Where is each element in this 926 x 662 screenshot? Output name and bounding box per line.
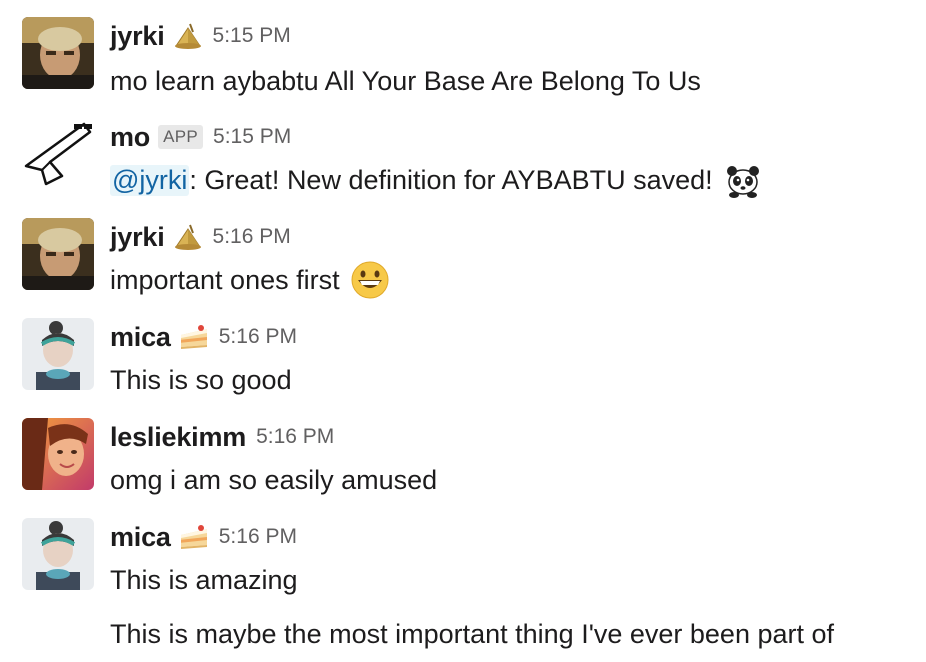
- author-name[interactable]: mo: [110, 122, 150, 153]
- message-header: mica 5:16 PM: [110, 520, 297, 554]
- pyramid-lamp-icon: [173, 223, 203, 251]
- message-header: lesliekimm 5:16 PM: [110, 420, 334, 454]
- message-header: jyrki 5:16 PM: [110, 220, 291, 254]
- message-header: mo APP 5:15 PM: [110, 120, 291, 154]
- avatar-lesliekimm-image: [22, 418, 94, 490]
- message-body: important ones first: [110, 264, 340, 295]
- cake-slice-icon: [179, 323, 209, 351]
- avatar[interactable]: [22, 518, 94, 590]
- message-body: omg i am so easily amused: [110, 464, 438, 495]
- timestamp[interactable]: 5:16 PM: [219, 525, 297, 549]
- message-text: @jyrki : Great! New definition for AYBAB…: [110, 160, 763, 200]
- timestamp[interactable]: 5:15 PM: [213, 24, 291, 48]
- avatar-mo-image: [22, 118, 94, 190]
- message-body: This is maybe the most important thing I…: [110, 618, 835, 649]
- avatar-mica-image: [22, 518, 94, 590]
- avatar[interactable]: [22, 418, 94, 490]
- message-text: omg i am so easily amused: [110, 460, 437, 500]
- grinning-face-icon: [350, 260, 390, 300]
- author-name[interactable]: mica: [110, 522, 171, 553]
- avatar-jyrki-image: [22, 218, 94, 290]
- timestamp[interactable]: 5:16 PM: [213, 225, 291, 249]
- message-text: mo learn aybabtu All Your Base Are Belon…: [110, 61, 701, 101]
- timestamp[interactable]: 5:16 PM: [256, 425, 334, 449]
- author-name[interactable]: mica: [110, 322, 171, 353]
- message-body: : Great! New definition for AYBABTU save…: [189, 164, 713, 195]
- message-header: mica 5:16 PM: [110, 320, 297, 354]
- message-body: This is so good: [110, 364, 292, 395]
- avatar[interactable]: [22, 17, 94, 89]
- message-body: This is amazing: [110, 564, 298, 595]
- pyramid-lamp-icon: [173, 22, 203, 50]
- message-text: This is so good: [110, 360, 292, 400]
- timestamp[interactable]: 5:16 PM: [219, 325, 297, 349]
- avatar[interactable]: [22, 118, 94, 190]
- message-followup-text: This is maybe the most important thing I…: [110, 614, 834, 654]
- author-name[interactable]: jyrki: [110, 222, 165, 253]
- message-header: jyrki 5:15 PM: [110, 19, 291, 53]
- avatar-jyrki-image: [22, 17, 94, 89]
- message-text: This is amazing: [110, 560, 298, 600]
- user-mention[interactable]: @jyrki: [110, 164, 190, 196]
- message-text: important ones first: [110, 260, 390, 300]
- app-badge: APP: [158, 125, 204, 149]
- avatar[interactable]: [22, 218, 94, 290]
- timestamp[interactable]: 5:15 PM: [213, 125, 291, 149]
- avatar-mica-image: [22, 318, 94, 390]
- message-feed: jyrki 5:15 PM mo learn aybabtu All Your …: [0, 0, 926, 662]
- message-body: mo learn aybabtu All Your Base Are Belon…: [110, 65, 701, 96]
- author-name[interactable]: jyrki: [110, 21, 165, 52]
- author-name[interactable]: lesliekimm: [110, 422, 246, 453]
- panda-icon: [723, 160, 763, 200]
- avatar[interactable]: [22, 318, 94, 390]
- cake-slice-icon: [179, 523, 209, 551]
